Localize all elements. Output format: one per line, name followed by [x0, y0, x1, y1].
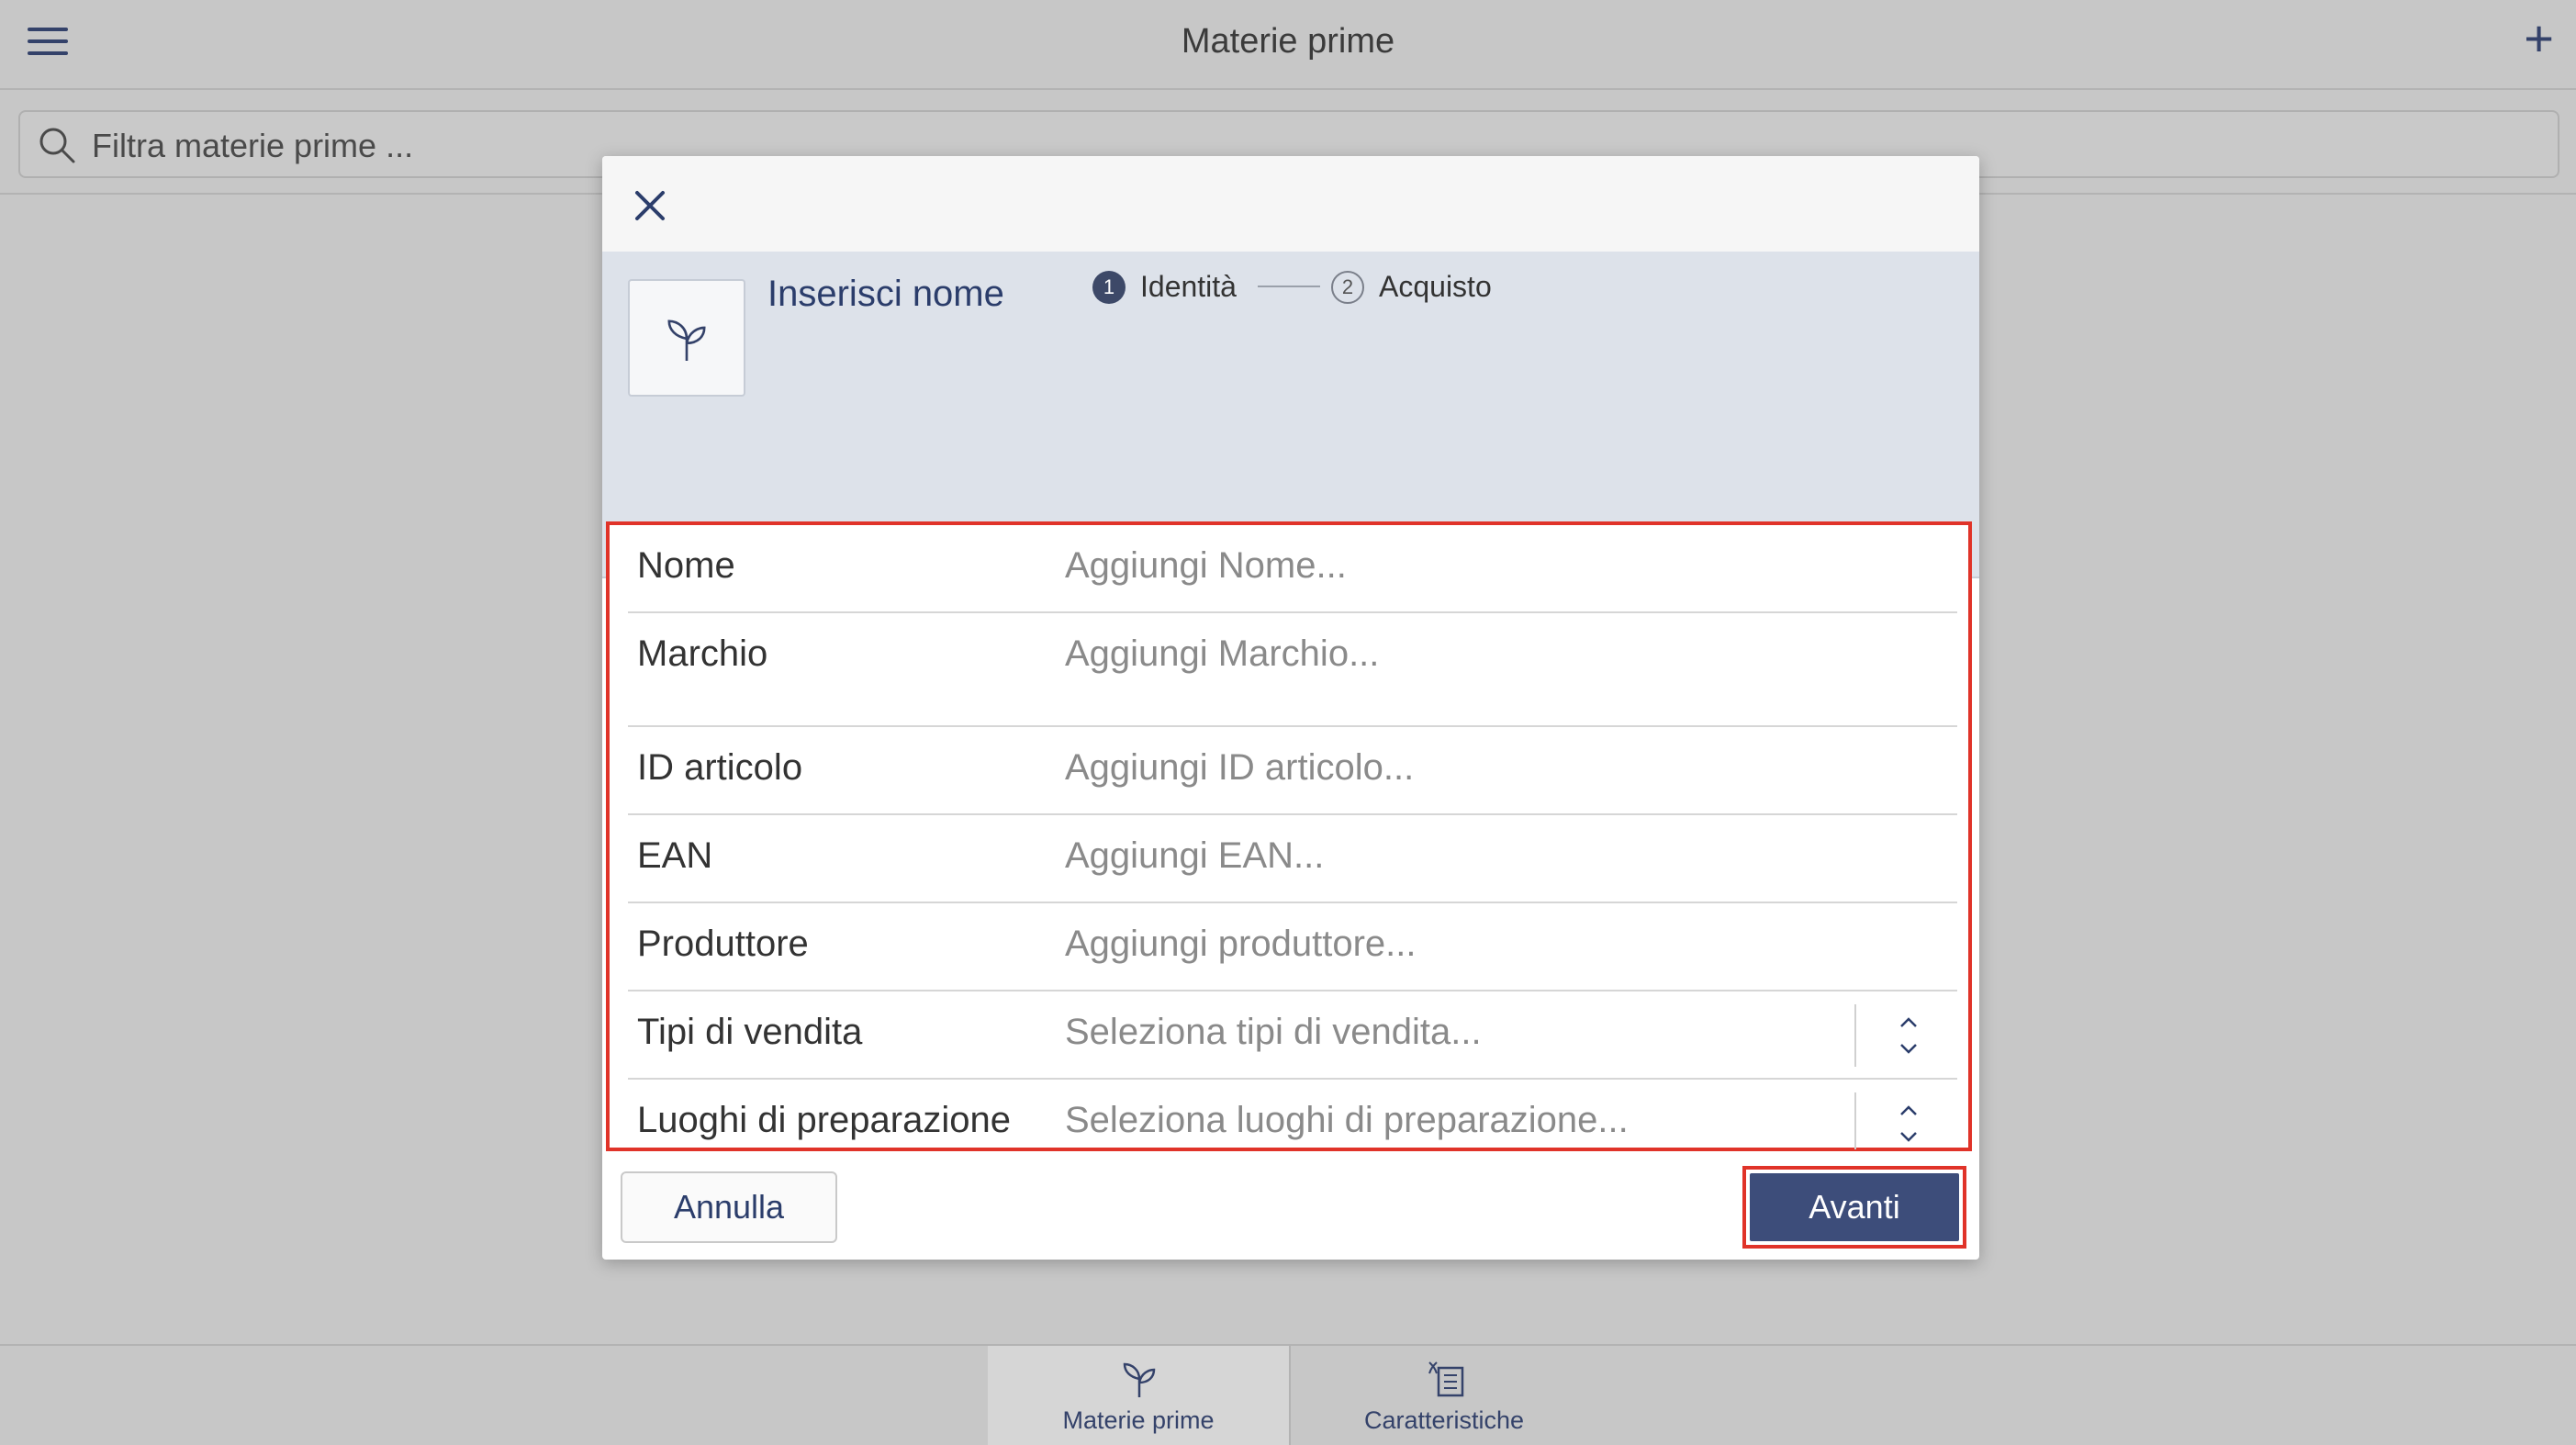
list-icon [1428, 1361, 1464, 1397]
field-tipi-di-vendita[interactable]: Tipi di vendita Seleziona tipi di vendit… [628, 991, 1957, 1080]
field-label: Nome [637, 545, 735, 586]
sprout-icon [1123, 1362, 1156, 1397]
image-placeholder[interactable] [628, 279, 745, 397]
id-articolo-input[interactable]: Aggiungi ID articolo... [1065, 747, 1414, 789]
dialog-title: Inserisci nome [767, 274, 1004, 314]
field-label: Marchio [637, 633, 768, 674]
field-label: ID articolo [637, 747, 803, 788]
next-button[interactable]: Avanti [1750, 1173, 1959, 1241]
step-label: Acquisto [1379, 270, 1492, 303]
field-marchio[interactable]: Marchio Aggiungi Marchio... [628, 613, 1957, 727]
field-label: Produttore [637, 924, 809, 964]
ean-input[interactable]: Aggiungi EAN... [1065, 835, 1324, 877]
cancel-button[interactable]: Annulla [621, 1171, 837, 1243]
top-bar: Materie prime + [0, 0, 2576, 90]
step-number: 2 [1331, 270, 1364, 304]
divider [1854, 1004, 1856, 1067]
sprout-icon [667, 319, 706, 361]
divider [1854, 1092, 1856, 1149]
field-produttore[interactable]: Produttore Aggiungi produttore... [628, 903, 1957, 991]
step-acquisto[interactable]: 2 Acquisto [1331, 270, 1492, 304]
tab-label: Materie prime [1062, 1406, 1215, 1434]
field-ean[interactable]: EAN Aggiungi EAN... [628, 815, 1957, 903]
create-material-dialog: Inserisci nome 1 Identità 2 Acquisto Nom… [602, 156, 1979, 1260]
step-connector [1258, 286, 1320, 287]
close-icon[interactable] [630, 185, 670, 226]
field-label: Luoghi di preparazione [637, 1100, 1011, 1140]
nome-input[interactable]: Aggiungi Nome... [1065, 545, 1347, 587]
field-nome[interactable]: Nome Aggiungi Nome... [628, 525, 1957, 613]
dialog-toolbar [602, 156, 1979, 252]
field-luoghi-di-preparazione[interactable]: Luoghi di preparazione Seleziona luoghi … [628, 1080, 1954, 1149]
bottom-tab-bar: Materie prime Caratteristiche [0, 1344, 2576, 1445]
field-label: Tipi di vendita [637, 1012, 863, 1052]
field-id-articolo[interactable]: ID articolo Aggiungi ID articolo... [628, 727, 1957, 815]
marchio-input[interactable]: Aggiungi Marchio... [1065, 633, 1379, 675]
search-icon [39, 128, 75, 163]
produttore-input[interactable]: Aggiungi produttore... [1065, 924, 1416, 965]
chevron-up-down-icon[interactable] [1895, 1012, 1922, 1059]
luoghi-di-preparazione-select[interactable]: Seleziona luoghi di preparazione... [1065, 1100, 1629, 1141]
step-number: 1 [1092, 270, 1126, 304]
identity-form: Nome Aggiungi Nome... Marchio Aggiungi M… [606, 521, 1972, 1151]
add-icon[interactable]: + [2524, 13, 2554, 64]
step-label: Identità [1140, 270, 1237, 303]
tipi-di-vendita-select[interactable]: Seleziona tipi di vendita... [1065, 1012, 1482, 1053]
tab-label: Caratteristiche [1363, 1406, 1525, 1434]
page-title: Materie prime [1181, 22, 1395, 61]
tab-materie-prime[interactable]: Materie prime [988, 1346, 1291, 1445]
step-identita[interactable]: 1 Identità [1092, 270, 1237, 304]
tab-caratteristiche[interactable]: Caratteristiche [1293, 1346, 1596, 1445]
chevron-up-down-icon[interactable] [1895, 1100, 1922, 1148]
field-label: EAN [637, 835, 713, 876]
search-placeholder: Filtra materie prime ... [92, 127, 414, 164]
